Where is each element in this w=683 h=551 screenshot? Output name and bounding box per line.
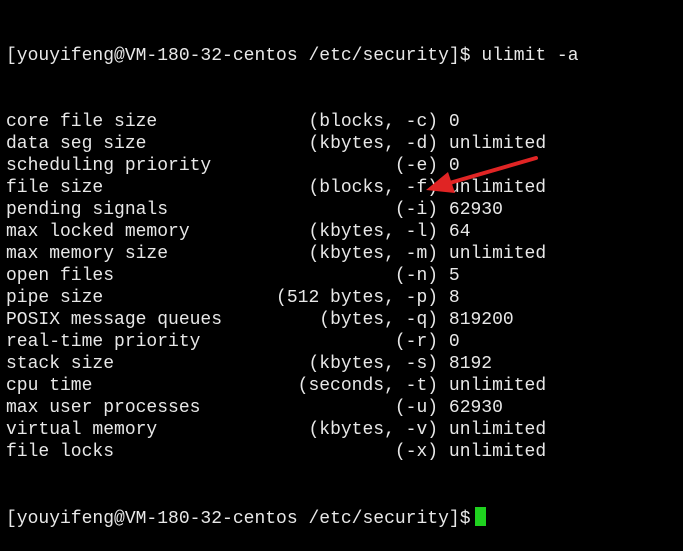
ulimit-row: pipe size (512 bytes, -p) 8 [6,287,683,309]
ulimit-rows: core file size (blocks, -c) 0 data seg si… [6,111,683,463]
ulimit-unit: (kbytes, -s) [308,354,439,374]
ulimit-row: max memory size (kbytes, -m) unlimited [6,243,683,265]
ulimit-name: cpu time [6,376,93,396]
ulimit-name: file locks [6,442,115,462]
ulimit-row: cpu time (seconds, -t) unlimited [6,375,683,397]
terminal-output[interactable]: [youyifeng@VM-180-32-centos /etc/securit… [0,0,683,529]
block-cursor-icon[interactable] [474,507,486,526]
ulimit-name: open files [6,266,115,286]
ulimit-name: scheduling priority [6,156,212,176]
ulimit-value: unlimited [448,420,547,440]
ulimit-value: 8 [448,288,460,308]
ulimit-name: file size [6,178,104,198]
ulimit-row: max user processes (-u) 62930 [6,397,683,419]
ulimit-value: 819200 [448,310,514,330]
ulimit-unit: (-n) [394,266,439,286]
ulimit-padding [114,442,395,462]
ulimit-name: virtual memory [6,420,158,440]
ulimit-value: 0 [448,332,460,352]
ulimit-row: pending signals (-i) 62930 [6,199,683,221]
ulimit-unit: (-x) [394,442,439,462]
ulimit-row: data seg size (kbytes, -d) unlimited [6,133,683,155]
ulimit-padding [92,376,297,396]
ulimit-row: max locked memory (kbytes, -l) 64 [6,221,683,243]
ulimit-padding [168,200,395,220]
ulimit-value: 5 [448,266,460,286]
ulimit-row: real-time priority (-r) 0 [6,331,683,353]
ulimit-padding [103,178,308,198]
ulimit-row: POSIX message queues (bytes, -q) 819200 [6,309,683,331]
final-prompt-path: /etc/security]$ [308,509,471,529]
ulimit-name: real-time priority [6,332,201,352]
ulimit-unit: (blocks, -f) [308,178,439,198]
ulimit-padding [168,244,308,264]
ulimit-unit: (bytes, -q) [319,310,439,330]
ulimit-padding [211,156,395,176]
ulimit-padding [114,354,308,374]
ulimit-name: data seg size [6,134,147,154]
ulimit-name: POSIX message queues [6,310,223,330]
ulimit-row: file locks (-x) unlimited [6,441,683,463]
ulimit-unit: (blocks, -c) [308,112,439,132]
final-prompt-line: [youyifeng@VM-180-32-centos /etc/securit… [6,507,683,529]
ulimit-padding [200,332,394,352]
ulimit-unit: (-e) [394,156,439,176]
ulimit-value: unlimited [448,376,547,396]
ulimit-value: 62930 [448,200,503,220]
ulimit-name: pipe size [6,288,104,308]
ulimit-value: 0 [448,156,460,176]
command-line: [youyifeng@VM-180-32-centos /etc/securit… [6,45,683,67]
ulimit-unit: (kbytes, -l) [308,222,439,242]
ulimit-name: max user processes [6,398,201,418]
ulimit-padding [157,420,308,440]
ulimit-name: max locked memory [6,222,190,242]
ulimit-value: 0 [448,112,460,132]
ulimit-name: stack size [6,354,115,374]
ulimit-unit: (seconds, -t) [297,376,439,396]
ulimit-name: max memory size [6,244,169,264]
ulimit-padding [103,288,276,308]
ulimit-padding [190,222,309,242]
ulimit-unit: (-u) [394,398,439,418]
ulimit-padding [146,134,308,154]
ulimit-padding [114,266,395,286]
ulimit-unit: (kbytes, -d) [308,134,439,154]
ulimit-row: file size (blocks, -f) unlimited [6,177,683,199]
command-text: ulimit -a [481,46,579,66]
ulimit-row: stack size (kbytes, -s) 8192 [6,353,683,375]
ulimit-padding [200,398,394,418]
ulimit-value: unlimited [448,178,547,198]
ulimit-value: 62930 [448,398,503,418]
ulimit-row: virtual memory (kbytes, -v) unlimited [6,419,683,441]
ulimit-unit: (-r) [394,332,439,352]
prompt-user-host: [youyifeng@VM-180-32-centos [6,46,298,66]
ulimit-padding [157,112,308,132]
ulimit-name: pending signals [6,200,169,220]
ulimit-value: unlimited [448,442,547,462]
ulimit-unit: (kbytes, -v) [308,420,439,440]
ulimit-unit: (512 bytes, -p) [276,288,439,308]
ulimit-row: core file size (blocks, -c) 0 [6,111,683,133]
ulimit-value: 64 [448,222,471,242]
final-prompt-user-host: [youyifeng@VM-180-32-centos [6,509,298,529]
ulimit-row: scheduling priority (-e) 0 [6,155,683,177]
prompt-path: /etc/security]$ [308,46,471,66]
ulimit-value: unlimited [448,244,547,264]
ulimit-unit: (kbytes, -m) [308,244,439,264]
ulimit-value: 8192 [448,354,493,374]
ulimit-unit: (-i) [394,200,439,220]
ulimit-name: core file size [6,112,158,132]
ulimit-row: open files (-n) 5 [6,265,683,287]
ulimit-value: unlimited [448,134,547,154]
ulimit-padding [222,310,319,330]
